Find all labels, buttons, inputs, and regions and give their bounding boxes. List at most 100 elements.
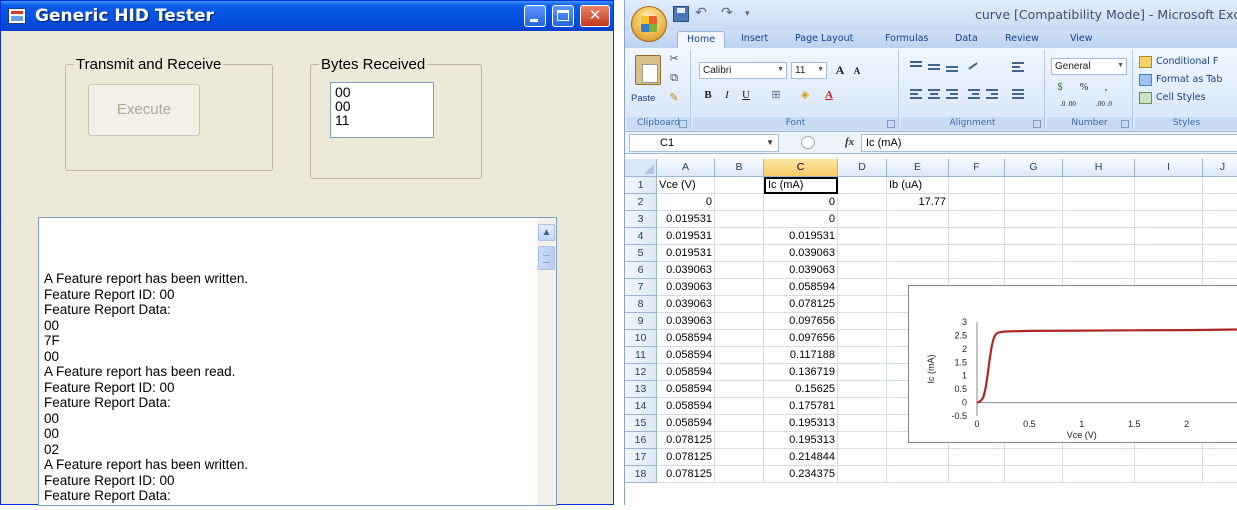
font-name-combo[interactable]: Calibri ▼ — [699, 62, 787, 79]
cell-i6[interactable] — [1135, 262, 1203, 279]
cell-d9[interactable] — [838, 313, 887, 330]
cell-i3[interactable] — [1135, 211, 1203, 228]
tab-formulas[interactable]: Formulas — [885, 33, 928, 44]
currency-icon[interactable]: $ — [1053, 79, 1067, 96]
comma-icon[interactable]: , — [1099, 79, 1113, 96]
cell-a17[interactable]: 0.078125 — [657, 449, 715, 466]
row-header[interactable]: 10 — [625, 330, 657, 347]
cell-b16[interactable] — [715, 432, 764, 449]
conditional-formatting-icon[interactable] — [1139, 56, 1152, 68]
cell-a9[interactable]: 0.039063 — [657, 313, 715, 330]
cell-j1[interactable] — [1203, 177, 1237, 194]
column-header-h[interactable]: H — [1063, 159, 1135, 177]
number-format-combo[interactable]: General ▼ — [1051, 58, 1127, 75]
cell-c9[interactable]: 0.097656 — [764, 313, 838, 330]
underline-button[interactable]: U — [739, 87, 753, 104]
align-bottom-icon[interactable] — [945, 60, 959, 72]
row-header[interactable]: 6 — [625, 262, 657, 279]
cell-d6[interactable] — [838, 262, 887, 279]
cell-b9[interactable] — [715, 313, 764, 330]
cell-f3[interactable] — [949, 211, 1005, 228]
row-header[interactable]: 2 — [625, 194, 657, 211]
increase-indent-icon[interactable] — [985, 88, 999, 100]
cell-g3[interactable] — [1005, 211, 1063, 228]
cell-e5[interactable] — [887, 245, 949, 262]
row-header[interactable]: 8 — [625, 296, 657, 313]
cell-f2[interactable] — [949, 194, 1005, 211]
cell-j6[interactable] — [1203, 262, 1237, 279]
cell-b4[interactable] — [715, 228, 764, 245]
bold-button[interactable]: B — [701, 87, 715, 104]
column-header-a[interactable]: A — [657, 159, 715, 177]
row-header[interactable]: 4 — [625, 228, 657, 245]
cell-i5[interactable] — [1135, 245, 1203, 262]
wrap-text-icon[interactable] — [1011, 60, 1025, 72]
cell-j5[interactable] — [1203, 245, 1237, 262]
cell-b17[interactable] — [715, 449, 764, 466]
conditional-formatting-button[interactable]: Conditional F — [1156, 56, 1218, 67]
cell-d14[interactable] — [838, 398, 887, 415]
font-size-combo[interactable]: 11 ▼ — [791, 62, 827, 79]
cell-d17[interactable] — [838, 449, 887, 466]
copy-icon[interactable]: ⧉ — [667, 72, 681, 84]
column-header-b[interactable]: B — [715, 159, 764, 177]
cell-d8[interactable] — [838, 296, 887, 313]
cell-c8[interactable]: 0.078125 — [764, 296, 838, 313]
cell-h2[interactable] — [1063, 194, 1135, 211]
cell-b10[interactable] — [715, 330, 764, 347]
cell-i17[interactable] — [1135, 449, 1203, 466]
cell-c5[interactable]: 0.039063 — [764, 245, 838, 262]
cell-d13[interactable] — [838, 381, 887, 398]
cell-e18[interactable] — [887, 466, 949, 483]
cell-g2[interactable] — [1005, 194, 1063, 211]
cell-a11[interactable]: 0.058594 — [657, 347, 715, 364]
cell-b3[interactable] — [715, 211, 764, 228]
cell-a13[interactable]: 0.058594 — [657, 381, 715, 398]
cell-d5[interactable] — [838, 245, 887, 262]
column-header-e[interactable]: E — [887, 159, 949, 177]
grow-font-icon[interactable]: A — [833, 62, 847, 79]
ic-vce-chart[interactable]: -0.5 0 0.5 1 1.5 2 2.5 3 0 0.5 1 1.5 2 Vce (V) Ic (mA) — [908, 285, 1237, 443]
execute-button[interactable]: Execute — [88, 84, 200, 136]
paste-button-label[interactable]: Paste — [631, 93, 655, 104]
cell-e4[interactable] — [887, 228, 949, 245]
cell-b14[interactable] — [715, 398, 764, 415]
cell-c18[interactable]: 0.234375 — [764, 466, 838, 483]
format-as-table-icon[interactable] — [1139, 74, 1152, 86]
cell-h17[interactable] — [1063, 449, 1135, 466]
tab-home[interactable]: Home — [677, 31, 726, 48]
cell-c3[interactable]: 0 — [764, 211, 838, 228]
cell-d12[interactable] — [838, 364, 887, 381]
fill-color-icon[interactable]: ◈ — [797, 87, 813, 104]
cell-c10[interactable]: 0.097656 — [764, 330, 838, 347]
cell-j2[interactable] — [1203, 194, 1237, 211]
cell-b12[interactable] — [715, 364, 764, 381]
cell-c16[interactable]: 0.195313 — [764, 432, 838, 449]
tab-data[interactable]: Data — [955, 33, 978, 44]
cell-a3[interactable]: 0.019531 — [657, 211, 715, 228]
cell-b15[interactable] — [715, 415, 764, 432]
column-header-g[interactable]: G — [1005, 159, 1063, 177]
cell-j17[interactable] — [1203, 449, 1237, 466]
cut-icon[interactable]: ✂ — [667, 53, 681, 65]
cell-b6[interactable] — [715, 262, 764, 279]
cell-h6[interactable] — [1063, 262, 1135, 279]
hid-title-bar[interactable]: Generic HID Tester ✕ — [1, 1, 613, 31]
row-header[interactable]: 17 — [625, 449, 657, 466]
cell-a8[interactable]: 0.039063 — [657, 296, 715, 313]
cell-c15[interactable]: 0.195313 — [764, 415, 838, 432]
name-box[interactable]: C1 ▼ — [629, 134, 779, 152]
customize-qat-icon[interactable]: ▾ — [745, 6, 755, 22]
cell-e17[interactable] — [887, 449, 949, 466]
bytes-received-list[interactable]: 00 00 11 — [330, 82, 434, 138]
cell-f4[interactable] — [949, 228, 1005, 245]
cell-i1[interactable] — [1135, 177, 1203, 194]
scroll-up-arrow-icon[interactable]: ▲ — [538, 224, 555, 241]
cell-b11[interactable] — [715, 347, 764, 364]
cell-c1[interactable]: Ic (mA) — [764, 177, 838, 194]
cell-a10[interactable]: 0.058594 — [657, 330, 715, 347]
tab-view[interactable]: View — [1070, 33, 1093, 44]
row-header[interactable]: 1 — [625, 177, 657, 194]
tab-page-layout[interactable]: Page Layout — [795, 33, 853, 44]
cell-d1[interactable] — [838, 177, 887, 194]
